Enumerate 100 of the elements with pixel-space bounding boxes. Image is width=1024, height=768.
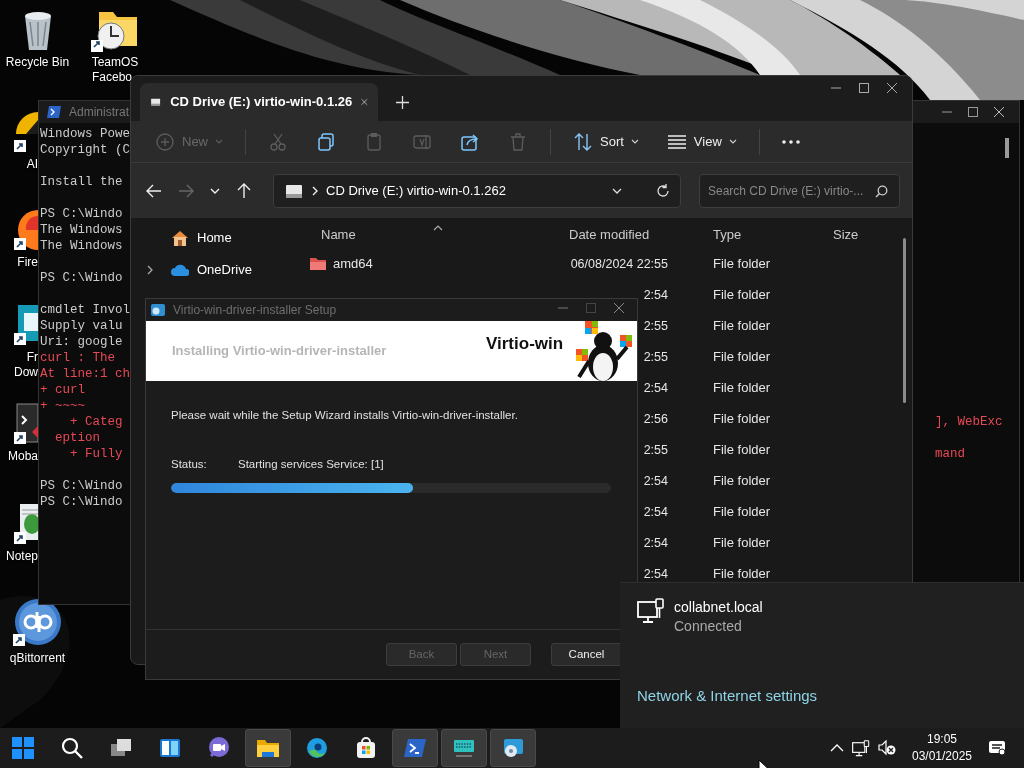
copy-icon xyxy=(316,131,336,152)
search-icon xyxy=(60,736,84,760)
expand-icon[interactable] xyxy=(147,265,153,275)
chevron-down-icon xyxy=(210,186,220,195)
file-type: File folder xyxy=(713,348,771,364)
dialog-button[interactable]: Cancel xyxy=(551,643,622,666)
dialog-heading: Installing Virtio-win-driver-installer xyxy=(172,342,387,361)
maximize-icon[interactable] xyxy=(858,82,870,94)
new-icon xyxy=(155,131,175,152)
console-text: PS C:\Windo xyxy=(40,479,123,493)
console-text: mand xyxy=(935,446,966,462)
chevron-right-icon xyxy=(312,185,318,196)
notifications-icon[interactable] xyxy=(988,740,1006,756)
progress-message: Please wait while the Setup Wizard installs Virtio-win-driver-installer. xyxy=(171,408,519,423)
date-modified: 2:54 xyxy=(643,287,668,302)
toolbar-button[interactable]: Sort xyxy=(561,125,651,158)
muted-speaker-icon[interactable] xyxy=(878,740,896,756)
file-type: File folder xyxy=(713,534,771,550)
date-modified: 2:54 xyxy=(643,473,668,488)
wired-network-icon xyxy=(637,598,665,624)
console-text: Uri: google xyxy=(40,335,123,349)
date-modified: 2:56 xyxy=(643,411,668,426)
console-text: Install the xyxy=(40,175,123,189)
console-text: + Categ xyxy=(69,415,123,429)
console-text: PS C:\Windo xyxy=(40,495,123,509)
caret-icon xyxy=(630,138,639,145)
date-modified: 2:54 xyxy=(643,535,668,550)
forward-icon xyxy=(178,182,194,199)
new-tab-icon[interactable] xyxy=(396,96,409,109)
share-icon xyxy=(460,131,480,152)
store-icon xyxy=(354,736,378,760)
search-icon xyxy=(875,184,888,198)
console-text: cmdlet Invol xyxy=(40,303,130,317)
console-text: eption xyxy=(54,431,100,445)
up-arrow-icon xyxy=(236,182,252,199)
search-field[interactable]: Search CD Drive (E:) virtio-... xyxy=(699,173,900,208)
installer-icon xyxy=(150,303,166,317)
console-text: Supply valu xyxy=(40,319,123,333)
scrollbar[interactable] xyxy=(1005,138,1009,158)
widgets-icon xyxy=(158,736,182,760)
chevron-up-icon[interactable] xyxy=(830,744,844,752)
status-label: Status: xyxy=(171,457,208,473)
column-header[interactable]: Name xyxy=(321,225,356,245)
folder-icon xyxy=(309,256,327,271)
icon-label: TeamOS xyxy=(91,55,139,70)
chevron-down-icon[interactable] xyxy=(612,186,622,195)
settings-link[interactable]: Network & Internet settings xyxy=(637,685,818,708)
column-header[interactable]: Date modified xyxy=(569,227,650,243)
notepad-icon xyxy=(14,502,38,546)
explorer-tab[interactable]: CD Drive (E:) virtio-win-0.1.26 xyxy=(140,83,378,121)
file-type: File folder xyxy=(713,472,771,488)
window-title: Administrat xyxy=(69,104,130,121)
console-text: + ~~~~ xyxy=(40,399,85,413)
date-modified: 06/08/2024 22:55 xyxy=(570,256,668,271)
chat-icon xyxy=(207,736,231,760)
sidebar-item[interactable]: OneDrive xyxy=(171,260,252,280)
connection-status: Connected xyxy=(674,617,743,636)
sidebar-item[interactable]: Home xyxy=(171,228,232,248)
taskbar-button[interactable] xyxy=(245,729,291,767)
browser-icon xyxy=(305,736,329,760)
address-bar[interactable]: CD Drive (E:) virtio-win-0.1.262 xyxy=(273,173,681,208)
toolbar-button[interactable]: View xyxy=(654,125,749,158)
console-text: The Windows xyxy=(40,223,123,237)
cloud-icon xyxy=(171,264,189,276)
back-icon xyxy=(146,182,162,199)
powershell-icon xyxy=(403,736,427,760)
console-text: PS C:\Windo xyxy=(40,207,123,221)
close-icon[interactable] xyxy=(886,82,898,94)
wired-network-icon[interactable] xyxy=(852,739,870,757)
date-modified: 2:55 xyxy=(643,349,668,364)
refresh-icon[interactable] xyxy=(656,183,670,198)
file-type: File folder xyxy=(713,503,771,519)
brand-name: Virtio-win xyxy=(486,333,564,355)
caret-icon xyxy=(728,138,737,145)
sort-icon xyxy=(573,131,593,152)
maximize-icon[interactable] xyxy=(967,106,979,118)
icon-label: Recycle Bin xyxy=(5,55,70,70)
close-icon[interactable] xyxy=(993,106,1005,118)
console-text: Copyright (C xyxy=(40,143,130,157)
column-header[interactable]: Type xyxy=(713,227,742,243)
icon-label: Dow xyxy=(14,365,38,380)
caret-icon xyxy=(215,138,223,145)
file-name[interactable]: amd64 xyxy=(333,253,373,274)
close-icon[interactable] xyxy=(613,302,625,314)
console-text: + Fully xyxy=(69,447,123,461)
icon-label: Facebo xyxy=(91,70,133,85)
taskbar-button[interactable] xyxy=(490,729,536,767)
console-text: Windows Powe xyxy=(40,127,130,141)
date-modified: 2:54 xyxy=(643,566,668,581)
close-icon[interactable] xyxy=(361,96,368,108)
column-header[interactable]: Size xyxy=(833,227,859,243)
powershell-icon xyxy=(47,106,61,118)
date-modified: 2:54 xyxy=(643,380,668,395)
clock[interactable]: 19:05 03/01/2025 xyxy=(904,731,980,765)
clipboard-icon xyxy=(364,131,384,152)
date-modified: 2:55 xyxy=(643,442,668,457)
trash-icon xyxy=(508,131,528,152)
qbittorrent-icon xyxy=(12,598,63,648)
console-text: At line:1 ch xyxy=(40,367,130,381)
scrollbar[interactable] xyxy=(903,238,906,403)
